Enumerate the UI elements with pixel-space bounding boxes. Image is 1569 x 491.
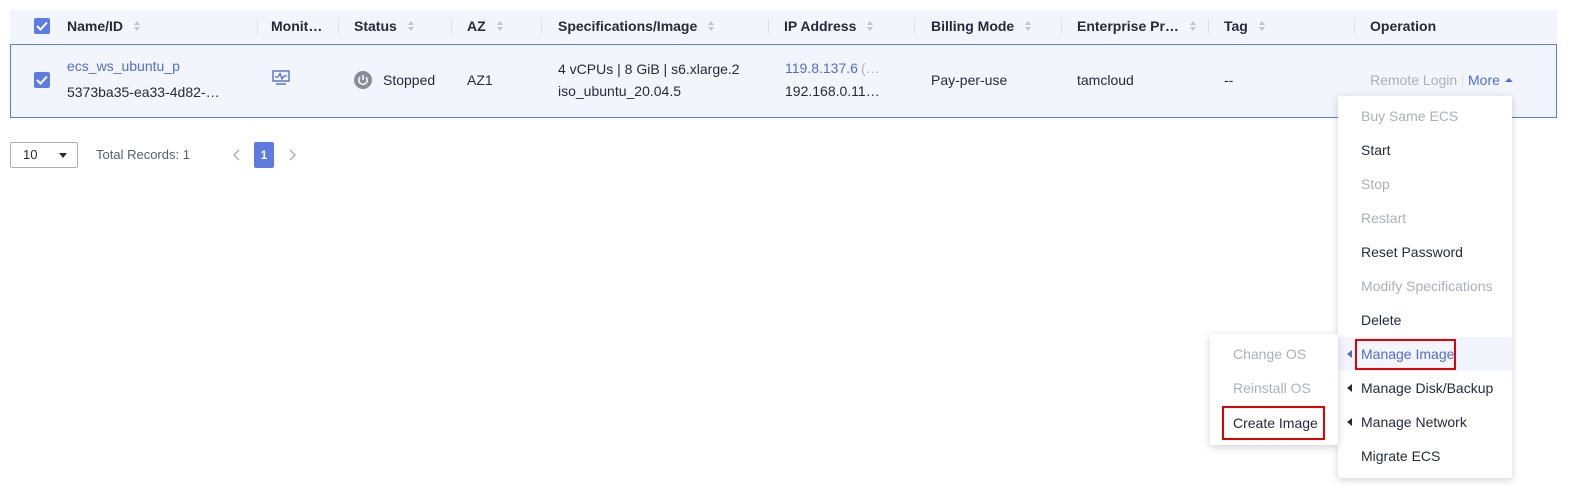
column-header-enterprise-project[interactable]: Enterprise Pr…: [1077, 10, 1197, 43]
menu-item-manage-network[interactable]: Manage Network: [1338, 405, 1512, 439]
menu-item-delete[interactable]: Delete: [1338, 303, 1512, 337]
caret-left-icon: [1347, 350, 1352, 358]
caret-left-icon: [1347, 418, 1352, 426]
image-value: iso_ubuntu_20.04.5: [558, 83, 681, 99]
menu-item-migrate-ecs[interactable]: Migrate ECS: [1338, 439, 1512, 473]
ecs-table: Name/ID Monit… Status AZ Specifications/…: [10, 10, 1557, 118]
sort-icon[interactable]: [1258, 20, 1266, 32]
menu-item-start[interactable]: Start: [1338, 133, 1512, 167]
next-page-icon[interactable]: [285, 148, 299, 162]
sort-icon[interactable]: [133, 20, 141, 32]
column-divider: [451, 19, 452, 34]
sort-icon[interactable]: [1024, 20, 1032, 32]
operation-divider: [1462, 74, 1463, 88]
column-header-az[interactable]: AZ: [467, 10, 504, 43]
sort-icon[interactable]: [407, 20, 415, 32]
monitor-chart-icon[interactable]: [272, 70, 290, 86]
column-header-ip-address[interactable]: IP Address: [784, 10, 874, 43]
more-dropdown-trigger[interactable]: More: [1468, 72, 1500, 88]
column-divider: [1061, 19, 1062, 34]
submenu-item-change-os[interactable]: Change OS: [1210, 337, 1338, 371]
total-records: Total Records: 1: [96, 147, 190, 162]
table-header: Name/ID Monit… Status AZ Specifications/…: [10, 10, 1557, 43]
column-divider: [914, 19, 915, 34]
instance-id: 5373ba35-ea33-4d82-…: [67, 84, 220, 100]
sort-icon[interactable]: [866, 20, 874, 32]
menu-item-manage-disk-backup[interactable]: Manage Disk/Backup: [1338, 371, 1512, 405]
menu-item-restart[interactable]: Restart: [1338, 201, 1512, 235]
sort-icon[interactable]: [707, 20, 715, 32]
page-number-button[interactable]: 1: [254, 142, 274, 168]
column-header-specifications[interactable]: Specifications/Image: [558, 10, 715, 43]
instance-name-link[interactable]: ecs_ws_ubuntu_p: [67, 58, 180, 74]
submenu-item-reinstall-os[interactable]: Reinstall OS: [1210, 371, 1338, 405]
menu-item-stop[interactable]: Stop: [1338, 167, 1512, 201]
menu-item-modify-specifications[interactable]: Modify Specifications: [1338, 269, 1512, 303]
menu-item-reset-password[interactable]: Reset Password: [1338, 235, 1512, 269]
column-header-tag[interactable]: Tag: [1224, 10, 1266, 43]
column-divider: [1354, 19, 1355, 34]
column-divider: [541, 19, 542, 34]
column-divider: [768, 19, 769, 34]
eip-suffix: (…: [861, 60, 880, 76]
eip-link[interactable]: 119.8.137.6: [785, 60, 858, 76]
column-header-status[interactable]: Status: [354, 10, 415, 43]
remote-login-link[interactable]: Remote Login: [1370, 72, 1457, 88]
check-icon: [36, 21, 48, 31]
az-value: AZ1: [467, 72, 493, 88]
column-divider: [1208, 19, 1209, 34]
caret-up-icon[interactable]: [1505, 77, 1513, 83]
private-ip: 192.168.0.11…: [785, 83, 880, 99]
row-checkbox[interactable]: [34, 72, 50, 88]
sort-icon[interactable]: [1189, 20, 1197, 32]
enterprise-project-value: tamcloud: [1077, 72, 1134, 88]
highlight-box: [1355, 339, 1456, 370]
column-divider: [257, 19, 258, 34]
sort-icon[interactable]: [496, 20, 504, 32]
chevron-down-icon: [59, 153, 67, 158]
more-dropdown-menu: Buy Same ECS Start Stop Restart Reset Pa…: [1338, 96, 1512, 478]
billing-mode-value: Pay-per-use: [931, 72, 1008, 88]
menu-item-buy-same-ecs[interactable]: Buy Same ECS: [1338, 99, 1512, 133]
tag-value: --: [1224, 72, 1234, 88]
table-row[interactable]: ecs_ws_ubuntu_p 5373ba35-ea33-4d82-… Sto…: [10, 44, 1557, 118]
highlight-box: [1222, 406, 1325, 440]
column-header-operation: Operation: [1370, 18, 1437, 34]
column-header-monitoring: Monit…: [271, 18, 323, 34]
column-header-billing-mode[interactable]: Billing Mode: [931, 10, 1032, 43]
prev-page-icon[interactable]: [230, 148, 244, 162]
spec-value: 4 vCPUs | 8 GiB | s6.xlarge.2: [558, 61, 740, 77]
check-icon: [36, 75, 48, 85]
caret-left-icon: [1347, 384, 1352, 392]
power-off-icon: [354, 71, 372, 89]
column-divider: [338, 19, 339, 34]
page-size-select[interactable]: 10: [10, 142, 78, 168]
column-header-name[interactable]: Name/ID: [67, 10, 141, 43]
select-all-checkbox[interactable]: [34, 18, 50, 34]
status-text: Stopped: [383, 72, 436, 88]
